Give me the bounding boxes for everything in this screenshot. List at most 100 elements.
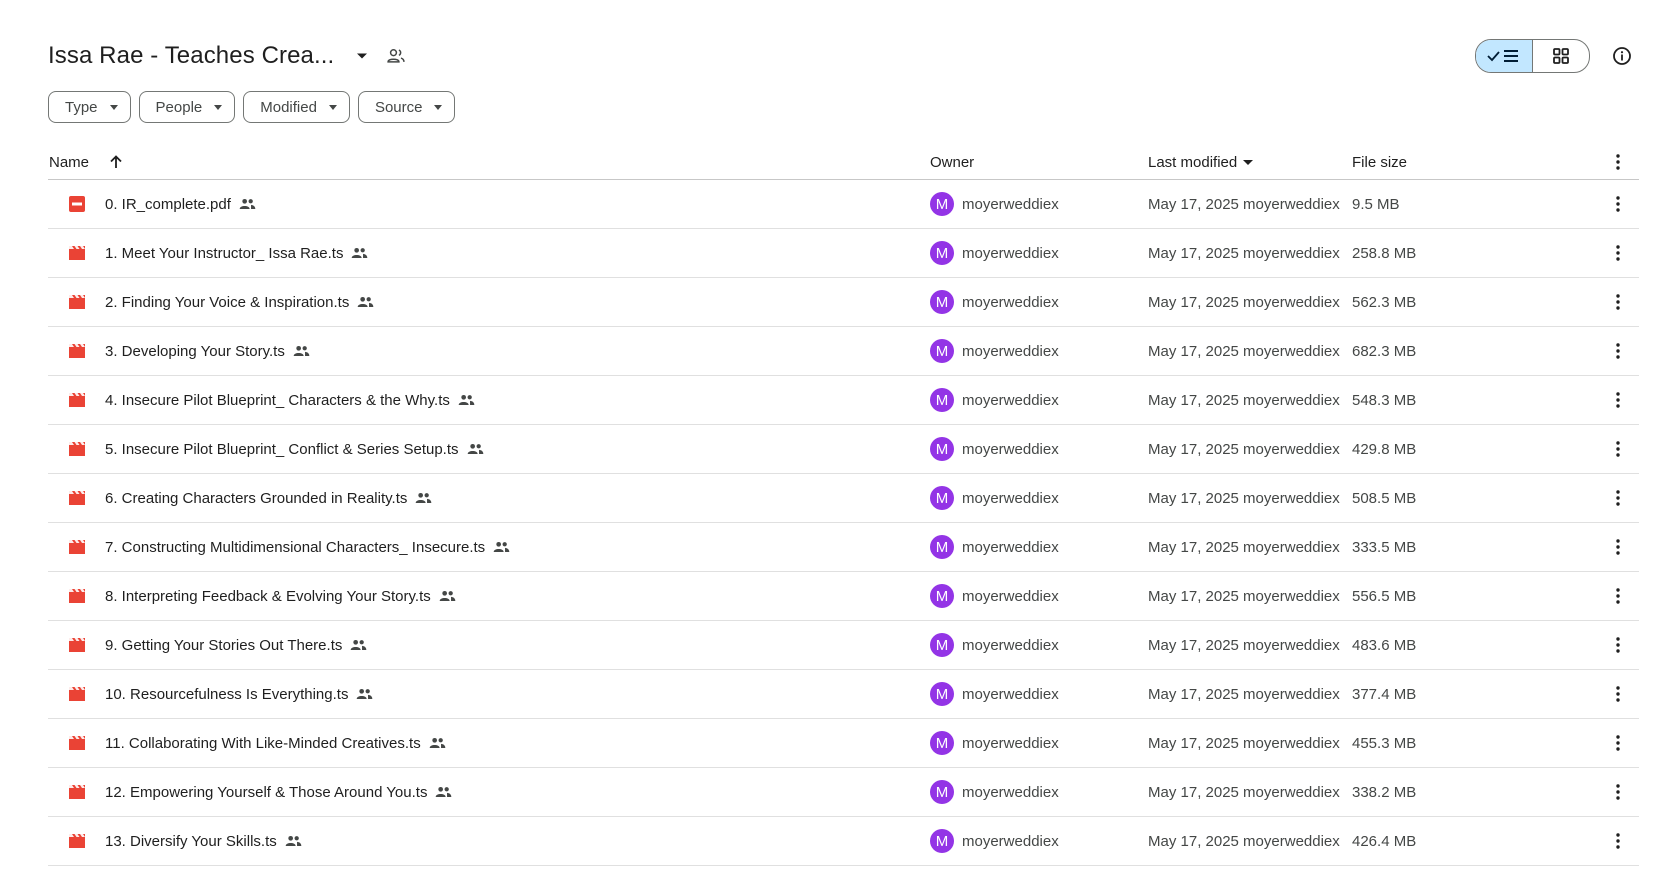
more-actions-icon[interactable] (1606, 817, 1630, 865)
table-row[interactable]: 3. Developing Your Story.ts Mmoyerweddiex… (48, 327, 1639, 376)
pdf-icon (68, 180, 86, 228)
filter-modified-chip[interactable]: Modified (243, 91, 350, 123)
owner-cell: Mmoyerweddiex (930, 327, 1059, 375)
column-options-more-icon[interactable] (1606, 145, 1630, 179)
sort-ascending-icon[interactable] (109, 155, 123, 169)
shared-icon (293, 345, 310, 357)
grid-icon (1553, 48, 1569, 64)
avatar: M (930, 486, 954, 510)
last-modified: May 17, 2025 moyerweddiex (1148, 832, 1340, 850)
video-icon (68, 621, 86, 669)
filter-people-chip[interactable]: People (138, 91, 236, 123)
caret-down-icon (109, 104, 118, 110)
table-row[interactable]: 0. IR_complete.pdf Mmoyerweddiex May 17, 2… (48, 180, 1639, 229)
file-name-cell[interactable]: 8. Interpreting Feedback & Evolving Your… (105, 572, 456, 620)
last-modified: May 17, 2025 moyerweddiex (1148, 195, 1340, 213)
table-row[interactable]: 2. Finding Your Voice & Inspiration.ts Mm… (48, 278, 1639, 327)
more-actions-icon[interactable] (1606, 278, 1630, 326)
more-actions-icon[interactable] (1606, 327, 1630, 375)
video-icon (68, 572, 86, 620)
last-modified-cell: May 17, 2025 moyerweddiex (1148, 817, 1340, 865)
table-row[interactable]: 5. Insecure Pilot Blueprint_ Conflict & … (48, 425, 1639, 474)
table-row[interactable]: 10. Resourcefulness Is Everything.ts Mmoy… (48, 670, 1639, 719)
column-owner[interactable]: Owner (930, 145, 974, 179)
avatar: M (930, 290, 954, 314)
file-size-cell: 682.3 MB (1352, 327, 1416, 375)
more-actions-icon[interactable] (1606, 572, 1630, 620)
last-modified: May 17, 2025 moyerweddiex (1148, 342, 1340, 360)
file-name-cell[interactable]: 0. IR_complete.pdf (105, 180, 256, 228)
caret-down-icon (434, 104, 443, 110)
owner-name: moyerweddiex (962, 342, 1059, 360)
video-icon (68, 425, 86, 473)
more-actions-icon[interactable] (1606, 768, 1630, 816)
avatar: M (930, 682, 954, 706)
file-size: 483.6 MB (1352, 636, 1417, 654)
video-icon (68, 376, 86, 424)
file-name-cell[interactable]: 3. Developing Your Story.ts (105, 327, 310, 375)
more-actions-icon[interactable] (1606, 670, 1630, 718)
folder-title[interactable]: Issa Rae - Teaches Crea... (48, 42, 334, 70)
column-modified-label: Last modified (1148, 153, 1238, 171)
column-last-modified[interactable]: Last modified (1148, 145, 1254, 179)
last-modified-cell: May 17, 2025 moyerweddiex (1148, 523, 1340, 571)
title-bar: Issa Rae - Teaches Crea... (48, 36, 1640, 76)
table-row[interactable]: 12. Empowering Yourself & Those Around Y… (48, 768, 1639, 817)
more-actions-icon[interactable] (1606, 376, 1630, 424)
file-name-cell[interactable]: 10. Resourcefulness Is Everything.ts (105, 670, 373, 718)
more-actions-icon[interactable] (1606, 425, 1630, 473)
column-name[interactable]: Name (49, 145, 123, 179)
last-modified: May 17, 2025 moyerweddiex (1148, 685, 1340, 703)
table-row[interactable]: 1. Meet Your Instructor_ Issa Rae.ts Mmoy… (48, 229, 1639, 278)
file-name-cell[interactable]: 4. Insecure Pilot Blueprint_ Characters … (105, 376, 475, 424)
list-view-button[interactable] (1476, 40, 1533, 72)
more-actions-icon[interactable] (1606, 474, 1630, 522)
file-name-cell[interactable]: 1. Meet Your Instructor_ Issa Rae.ts (105, 229, 368, 277)
table-row[interactable]: 7. Constructing Multidimensional Charact… (48, 523, 1639, 572)
file-name-cell[interactable]: 6. Creating Characters Grounded in Reali… (105, 474, 432, 522)
file-name: 1. Meet Your Instructor_ Issa Rae.ts (105, 244, 344, 262)
file-name-cell[interactable]: 2. Finding Your Voice & Inspiration.ts (105, 278, 374, 326)
caret-down-icon (328, 104, 337, 110)
table-row[interactable]: 13. Diversify Your Skills.ts Mmoyerweddie… (48, 817, 1639, 866)
more-actions-icon[interactable] (1606, 719, 1630, 767)
column-file-size[interactable]: File size (1352, 145, 1407, 179)
more-actions-icon[interactable] (1606, 229, 1630, 277)
owner-name: moyerweddiex (962, 783, 1059, 801)
avatar: M (930, 633, 954, 657)
more-actions-icon[interactable] (1606, 180, 1630, 228)
file-size-cell: 426.4 MB (1352, 817, 1416, 865)
more-actions-icon[interactable] (1606, 523, 1630, 571)
owner-name: moyerweddiex (962, 391, 1059, 409)
owner-cell: Mmoyerweddiex (930, 376, 1059, 424)
filter-type-chip[interactable]: Type (48, 91, 131, 123)
file-name-cell[interactable]: 9. Getting Your Stories Out There.ts (105, 621, 367, 669)
file-name-cell[interactable]: 11. Collaborating With Like-Minded Creat… (105, 719, 446, 767)
table-row[interactable]: 11. Collaborating With Like-Minded Creat… (48, 719, 1639, 768)
table-row[interactable]: 8. Interpreting Feedback & Evolving Your… (48, 572, 1639, 621)
filter-source-chip[interactable]: Source (357, 91, 456, 123)
file-name-cell[interactable]: 7. Constructing Multidimensional Charact… (105, 523, 510, 571)
file-name-cell[interactable]: 12. Empowering Yourself & Those Around Y… (105, 768, 452, 816)
file-name: 9. Getting Your Stories Out There.ts (105, 636, 343, 654)
more-actions-icon[interactable] (1606, 621, 1630, 669)
info-icon[interactable] (1604, 38, 1640, 74)
avatar: M (930, 339, 954, 363)
file-name: 8. Interpreting Feedback & Evolving Your… (105, 587, 431, 605)
title-dropdown-icon[interactable] (350, 44, 374, 68)
table-row[interactable]: 4. Insecure Pilot Blueprint_ Characters … (48, 376, 1639, 425)
avatar: M (930, 437, 954, 461)
owner-name: moyerweddiex (962, 832, 1059, 850)
grid-view-button[interactable] (1533, 40, 1589, 72)
file-name-cell[interactable]: 13. Diversify Your Skills.ts (105, 817, 302, 865)
filter-bar: Type People Modified Source (48, 91, 456, 123)
file-name-cell[interactable]: 5. Insecure Pilot Blueprint_ Conflict & … (105, 425, 484, 473)
file-table: Name Owner Last modified File size 0. IR… (48, 145, 1639, 868)
file-size-cell: 548.3 MB (1352, 376, 1416, 424)
caret-down-icon (214, 104, 223, 110)
video-icon (68, 523, 86, 571)
table-row[interactable]: 6. Creating Characters Grounded in Reali… (48, 474, 1639, 523)
last-modified: May 17, 2025 moyerweddiex (1148, 489, 1340, 507)
table-row[interactable]: 9. Getting Your Stories Out There.ts Mmoy… (48, 621, 1639, 670)
shared-folder-icon[interactable] (384, 44, 408, 68)
